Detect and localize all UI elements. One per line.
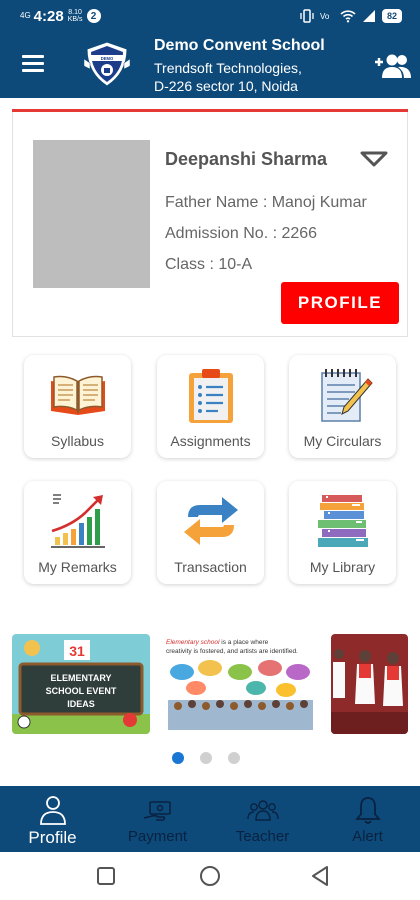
school-event-banner-image: ELEMENTARY SCHOOL EVENT IDEAS 31 [12,634,150,734]
add-user-icon[interactable] [374,52,412,80]
admission-number: Admission No. : 2266 [165,225,318,242]
banner-text-line2: SCHOOL EVENT [46,686,117,696]
dnd-icon: 2 [86,9,101,23]
tile-label: My Remarks [38,559,117,575]
home-button-icon[interactable] [198,864,222,888]
dance-performance-image [331,634,408,734]
banner-text-line1: ELEMENTARY [50,673,111,683]
student-name: Deepanshi Sharma [165,149,328,169]
nav-alert[interactable]: Alert [315,786,420,852]
svg-text:Vo: Vo [320,12,330,21]
open-book-icon [51,375,105,415]
system-navigation-bar [0,852,420,900]
banner-text-rest: is a place where [219,639,268,646]
svg-text:Elementary school is a place w: Elementary school is a place where [166,639,269,646]
carousel-slide-2[interactable]: Elementary school is a place where creat… [162,634,319,734]
back-button-icon[interactable] [308,864,332,888]
svg-text:DEMO: DEMO [101,56,114,61]
bottom-navigation: Profile Payment Teacher Alert [0,786,420,852]
carousel-slide-3[interactable] [331,634,408,734]
carousel-dot-2[interactable] [200,752,212,764]
person-icon [39,796,66,825]
banner-text-line2: creativity is fostered, and artists are … [166,648,298,655]
app-screen: 4G 4:28 8.10 KB/s 2 Vo 82 DEMO Demo Conv… [0,0,420,900]
nav-teacher[interactable]: Teacher [210,786,315,852]
tile-my-circulars[interactable]: My Circulars [289,355,396,458]
group-icon [246,800,279,821]
nav-label: Profile [28,828,77,847]
tile-label: Syllabus [51,433,104,449]
school-logo: DEMO [83,41,131,87]
status-bar: 4G 4:28 8.10 KB/s 2 Vo 82 [0,0,420,32]
tile-assignments[interactable]: Assignments [157,355,264,458]
battery-icon: 82 [381,9,402,23]
wifi-icon [340,10,356,23]
exchange-arrows-icon [184,497,238,545]
signal-icon [362,10,375,22]
student-card: Deepanshi Sharma Father Name : Manoj Kum… [12,112,408,337]
menu-icon[interactable] [22,55,44,73]
tile-label: Assignments [170,433,251,449]
dropdown-caret-icon[interactable] [360,151,388,167]
vibrate-icon [300,9,314,23]
tile-label: My Circulars [303,433,382,449]
book-stack-icon [318,495,368,547]
tile-transaction[interactable]: Transaction [157,481,264,584]
recents-button-icon[interactable] [94,864,118,888]
tile-my-library[interactable]: My Library [289,481,396,584]
student-photo [33,140,150,288]
carousel-indicators [172,752,240,764]
network-speed: 8.10 KB/s [67,9,83,23]
clock: 4:28 [33,7,64,25]
school-address-line1: Trendsoft Technologies, [154,60,302,76]
clipboard-list-icon [189,369,233,423]
payment-hand-icon [143,801,171,821]
carousel-dot-3[interactable] [228,752,240,764]
banner-highlight-text: Elementary school [166,639,220,646]
tile-label: My Library [309,559,376,575]
notepad-pencil-icon [321,369,373,422]
school-name: Demo Convent School [154,37,325,54]
network-indicator: 4G [20,11,31,20]
top-app-bar: 4G 4:28 8.10 KB/s 2 Vo 82 DEMO Demo Conv… [0,0,420,98]
tile-label: Transaction [174,559,247,575]
growth-chart-icon [51,494,105,548]
elementary-school-banner-image: Elementary school is a place where creat… [162,634,319,734]
calendar-number: 31 [69,643,85,659]
profile-button[interactable]: PROFILE [281,282,399,324]
banner-text-line3: IDEAS [67,699,95,709]
father-name: Father Name : Manoj Kumar [165,194,367,211]
school-address-line2: D-226 sector 10, Noida [154,78,298,94]
nav-profile[interactable]: Profile [0,786,105,852]
nav-payment[interactable]: Payment [105,786,210,852]
bell-icon [354,797,381,824]
class-label: Class : 10-A [165,256,253,273]
volte-icon: Vo [320,12,330,21]
nav-label: Alert [352,828,383,845]
tile-my-remarks[interactable]: My Remarks [24,481,131,584]
nav-label: Payment [127,828,188,845]
tile-syllabus[interactable]: Syllabus [24,355,131,458]
carousel-slide-1[interactable]: ELEMENTARY SCHOOL EVENT IDEAS 31 [12,634,150,734]
carousel-dot-1[interactable] [172,752,184,764]
nav-label: Teacher [235,828,290,845]
